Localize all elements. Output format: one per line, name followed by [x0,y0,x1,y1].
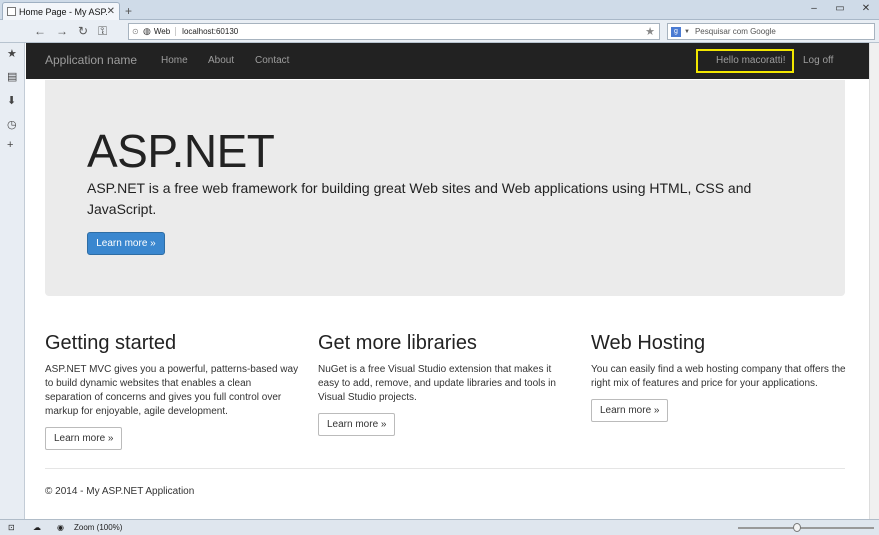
brand-link[interactable]: Application name [45,53,137,67]
site-navbar: Application name Home About Contact Hell… [26,43,879,79]
footer-divider [45,468,845,469]
camera-icon[interactable]: ◉ [57,523,64,532]
column-get-more-libraries: Get more libraries NuGet is a free Visua… [318,332,573,436]
bookmark-star-icon[interactable]: ★ [645,25,655,38]
browser-tabbar: Home Page - My ASP.... ✕ + – ▭ ✕ [0,0,879,20]
close-tab-icon[interactable]: ✕ [107,6,115,17]
notes-icon[interactable]: ▤ [7,70,17,83]
google-icon: g [671,26,681,37]
page-viewport: Application name Home About Contact Hell… [26,43,879,519]
browser-sidebar: ★ ▤ ⬇ ◷ + [0,43,25,519]
learn-more-button[interactable]: Learn more » [591,399,669,422]
column-text: You can easily find a web hosting compan… [591,364,846,389]
column-title: Get more libraries [318,332,477,354]
chevron-down-icon[interactable]: ▼ [684,29,690,35]
jumbotron-lead: ASP.NET is a free web framework for buil… [87,180,752,217]
page-favicon-icon [7,7,16,16]
nav-link-contact[interactable]: Contact [255,55,289,66]
hello-user-link[interactable]: Hello macoratti! [716,55,785,66]
browser-toolbar: ← → ↻ ⚿ ⊙ ◍ Web localhost:60130 ★ g ▼ Pe… [0,20,879,43]
jumbotron-title: ASP.NET [87,125,275,177]
vertical-scrollbar[interactable] [869,43,879,519]
search-placeholder: Pesquisar com Google [694,27,776,36]
location-pin-icon: ⊙ [132,27,139,36]
column-title: Getting started [45,332,177,354]
favorites-star-icon[interactable]: ★ [7,47,17,60]
column-getting-started: Getting started ASP.NET MVC gives you a … [45,332,300,450]
column-text: ASP.NET MVC gives you a powerful, patter… [45,364,299,417]
learn-more-button[interactable]: Learn more » [87,232,165,255]
back-arrow-icon[interactable]: ← [34,24,46,38]
reload-icon[interactable]: ↻ [78,24,88,38]
browser-statusbar: ⊡ ☁ ◉ Zoom (100%) [0,519,879,535]
forward-arrow-icon[interactable]: → [56,24,68,38]
zoom-slider-thumb[interactable] [793,523,801,532]
column-title: Web Hosting [591,332,706,354]
address-scope-label: Web [154,27,177,36]
learn-more-button[interactable]: Learn more » [318,413,396,436]
search-input[interactable]: g ▼ Pesquisar com Google [667,23,875,40]
zoom-slider[interactable] [738,527,874,529]
cloud-icon[interactable]: ☁ [33,523,41,532]
minimize-icon[interactable]: – [801,0,827,18]
downloads-icon[interactable]: ⬇ [7,94,16,107]
globe-icon: ◍ [143,26,151,36]
browser-tab[interactable]: Home Page - My ASP.... ✕ [2,2,120,20]
logoff-link[interactable]: Log off [803,55,833,66]
key-icon[interactable]: ⚿ [98,24,107,39]
window-controls: – ▭ ✕ [801,0,879,18]
history-clock-icon[interactable]: ◷ [7,118,17,131]
nav-link-home[interactable]: Home [161,55,188,66]
learn-more-button[interactable]: Learn more » [45,427,123,450]
footer-text: © 2014 - My ASP.NET Application [45,486,195,497]
address-bar[interactable]: ⊙ ◍ Web localhost:60130 ★ [128,23,660,40]
column-text: NuGet is a free Visual Studio extension … [318,364,556,403]
jumbotron: ASP.NET ASP.NET is a free web framework … [45,80,845,296]
zoom-label[interactable]: Zoom (100%) [74,523,122,532]
tab-title: Home Page - My ASP.... [19,6,107,17]
new-tab-button[interactable]: + [125,4,132,18]
close-window-icon[interactable]: ✕ [853,0,879,18]
maximize-icon[interactable]: ▭ [827,0,853,18]
add-panel-icon[interactable]: + [7,139,13,151]
panel-toggle-icon[interactable]: ⊡ [8,523,15,532]
url-text[interactable]: localhost:60130 [176,27,645,36]
nav-link-about[interactable]: About [208,55,234,66]
column-web-hosting: Web Hosting You can easily find a web ho… [591,332,846,422]
